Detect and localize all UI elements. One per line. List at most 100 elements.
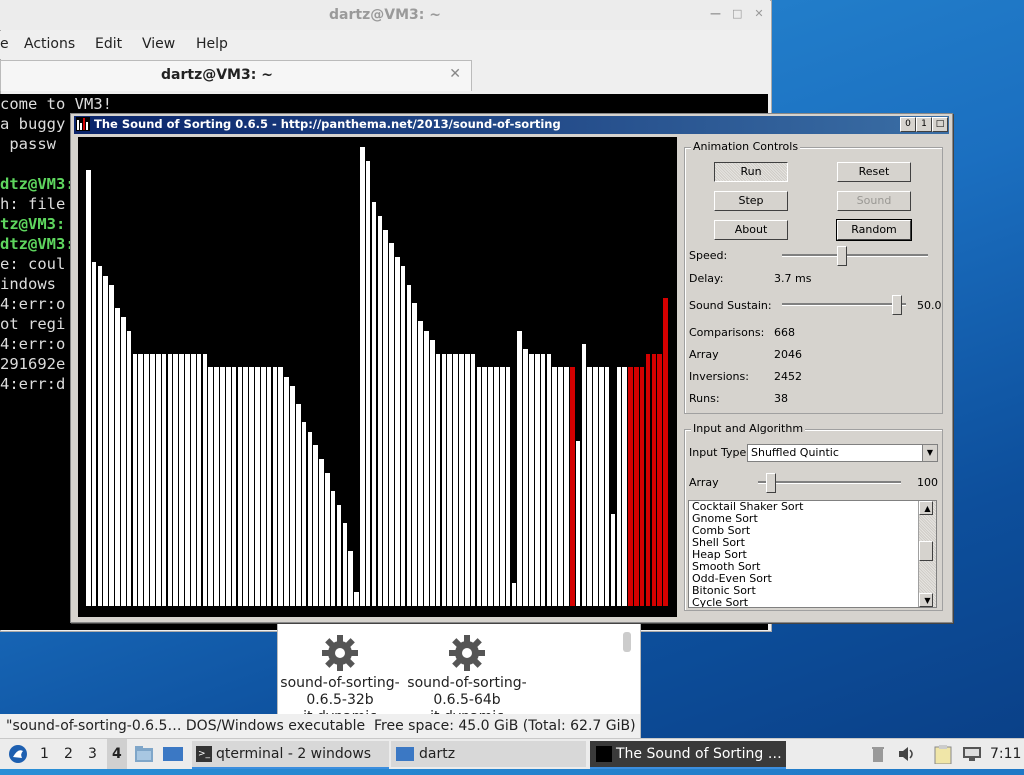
terminal-tab[interactable]: dartz@VM3: ~ ✕: [0, 60, 472, 91]
sorting-titlebar[interactable]: The Sound of Sorting 0.6.5 - http://pant…: [74, 116, 949, 134]
sound-sustain-label: Sound Sustain:: [689, 299, 772, 312]
speed-slider[interactable]: [782, 254, 928, 257]
sort-bar: [587, 367, 592, 606]
maximize-icon[interactable]: □: [732, 8, 742, 19]
input-type-select[interactable]: Shuffled Quintic ▼: [747, 444, 938, 462]
sort-bar: [97, 266, 103, 606]
input-type-value: Shuffled Quintic: [751, 446, 839, 459]
sort-bar: [634, 367, 639, 606]
sort-bar: [91, 261, 97, 606]
maximize-icon[interactable]: 1: [916, 117, 932, 132]
volume-icon[interactable]: [898, 739, 916, 769]
sort-bar: [185, 353, 190, 606]
run-button[interactable]: Run: [714, 162, 788, 182]
gear-icon: [320, 633, 360, 673]
file-item-32bit[interactable]: sound-of-sorting-0.6.5-32b it dynamic: [280, 625, 400, 726]
status-selection: "sound-of-sorting-0.6.5… DOS/Windows exe…: [6, 718, 366, 734]
array-access-label: Array: [689, 348, 719, 361]
algorithm-list-item[interactable]: Cycle Sort: [689, 597, 936, 608]
menu-view[interactable]: View: [142, 36, 175, 52]
sort-bar: [284, 376, 289, 606]
menu-file[interactable]: e: [0, 36, 9, 52]
sort-bar: [564, 367, 569, 606]
desktop-icon[interactable]: [162, 739, 184, 769]
speed-slider-handle[interactable]: [837, 246, 848, 266]
algorithm-list-scrollbar[interactable]: ▲ ▼: [918, 501, 936, 607]
sort-bar: [651, 353, 657, 606]
delay-label: Delay:: [689, 272, 724, 285]
sort-bar: [482, 367, 488, 606]
terminal-titlebar[interactable]: dartz@VM3: ~ — □ ✕: [0, 0, 770, 30]
menu-actions[interactable]: Actions: [24, 36, 75, 52]
sorting-visualization: [78, 137, 677, 617]
sort-bar: [243, 367, 249, 606]
sort-bar: [453, 353, 458, 606]
task-dartz[interactable]: dartz: [391, 741, 586, 767]
scroll-down-icon[interactable]: ▼: [919, 593, 933, 607]
array-size-label: Array: [689, 476, 719, 489]
sort-bar: [249, 367, 254, 606]
sort-bar: [622, 367, 627, 606]
minimize-icon[interactable]: 0: [900, 117, 916, 132]
terminal-line: come to VM3!: [0, 95, 112, 113]
start-menu-icon[interactable]: [8, 739, 28, 769]
folder-icon: [396, 747, 414, 761]
sort-bar: [161, 353, 167, 606]
close-icon[interactable]: ✕: [754, 8, 764, 19]
trash-icon[interactable]: [872, 739, 884, 769]
comparisons-label: Comparisons:: [689, 326, 765, 339]
minimize-icon[interactable]: —: [710, 8, 721, 19]
workspace-3[interactable]: 3: [88, 739, 97, 769]
file-manager-launcher-icon[interactable]: [134, 739, 154, 769]
about-button[interactable]: About: [714, 220, 788, 240]
reset-button[interactable]: Reset: [837, 162, 911, 182]
sort-bar: [214, 367, 219, 606]
sort-bar: [400, 266, 406, 606]
sort-bar: [220, 367, 225, 606]
terminal-menubar: e Actions Edit View Help: [0, 31, 770, 59]
restore-icon[interactable]: □: [932, 117, 948, 132]
menu-edit[interactable]: Edit: [95, 36, 122, 52]
sound-sustain-handle[interactable]: [892, 295, 903, 315]
sort-bar: [330, 491, 336, 606]
sort-bar: [494, 367, 499, 606]
workspace-1[interactable]: 1: [40, 739, 49, 769]
runs-label: Runs:: [689, 392, 720, 405]
task-label: dartz: [419, 746, 456, 762]
close-tab-icon[interactable]: ✕: [449, 66, 461, 82]
dropdown-arrow-icon[interactable]: ▼: [922, 445, 937, 461]
sort-bar: [86, 169, 91, 606]
sort-bar: [558, 367, 563, 606]
menu-help[interactable]: Help: [196, 36, 228, 52]
array-size-handle[interactable]: [766, 473, 777, 493]
sort-bar: [406, 284, 412, 606]
algorithm-list[interactable]: Cocktail Shaker Sort Gnome Sort Comb Sort S…: [688, 500, 937, 608]
sort-bar: [266, 367, 272, 606]
file-item-64bit[interactable]: sound-of-sorting-0.6.5-64b it dynamic: [407, 625, 527, 726]
workspace-2[interactable]: 2: [64, 739, 73, 769]
scroll-thumb[interactable]: [919, 541, 933, 561]
sound-button[interactable]: Sound: [837, 191, 911, 211]
sort-bar: [412, 303, 418, 606]
task-sound-of-sorting[interactable]: The Sound of Sorting …: [590, 741, 786, 769]
file-name: sound-of-sorting-0.6.5-64b: [407, 675, 527, 708]
step-button[interactable]: Step: [714, 191, 788, 211]
sort-bar: [150, 353, 155, 606]
network-icon[interactable]: [962, 739, 982, 769]
sort-bar: [179, 353, 184, 606]
file-manager-scrollbar[interactable]: [623, 632, 631, 652]
scroll-up-icon[interactable]: ▲: [919, 501, 933, 515]
workspace-4[interactable]: 4: [107, 739, 127, 769]
random-button[interactable]: Random: [836, 219, 912, 241]
sort-bar: [167, 353, 173, 606]
sort-bar: [371, 202, 377, 606]
sound-sustain-slider[interactable]: [782, 303, 906, 306]
sort-bar: [115, 307, 120, 606]
sort-bar: [569, 367, 575, 606]
sort-bar: [342, 523, 348, 606]
input-type-label: Input Type:: [689, 446, 750, 459]
sort-bar: [394, 257, 400, 606]
clipboard-icon[interactable]: [934, 739, 952, 769]
array-size-slider[interactable]: [758, 481, 901, 484]
task-qterminal[interactable]: >_ qterminal - 2 windows: [192, 741, 389, 769]
